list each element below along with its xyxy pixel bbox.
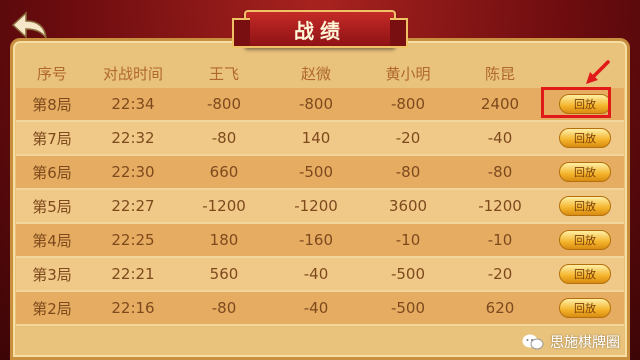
- round-cell: 第4局: [32, 231, 72, 250]
- back-arrow-icon: [11, 11, 47, 39]
- time-cell: 22:25: [111, 231, 155, 249]
- round-cell: 第7局: [32, 129, 72, 148]
- table-header: 序号 对战时间 王飞 赵微 黄小明 陈昆: [16, 58, 624, 88]
- column-header-player4: 陈昆: [484, 64, 515, 83]
- score-cell: -80: [211, 299, 237, 317]
- replay-button[interactable]: 回放: [559, 230, 611, 250]
- replay-button[interactable]: 回放: [559, 128, 611, 148]
- table-row: 第7局 22:32 -80 140 -20 -40 回放: [16, 122, 624, 156]
- watermark-text: 思施棋牌圈: [550, 335, 620, 351]
- page-title: 战绩: [232, 10, 408, 48]
- score-cell: -20: [487, 265, 513, 283]
- score-cell: -80: [487, 163, 513, 181]
- table-row: 第5局 22:27 -1200 -1200 3600 -1200 回放: [16, 190, 624, 224]
- column-header-player3: 黄小明: [385, 64, 431, 83]
- score-cell: -40: [303, 265, 329, 283]
- replay-button[interactable]: 回放: [559, 298, 611, 318]
- time-cell: 22:32: [111, 129, 155, 147]
- score-cell: 560: [209, 265, 239, 283]
- annotation-highlight-box: [541, 87, 611, 118]
- round-cell: 第5局: [32, 197, 72, 216]
- round-cell: 第2局: [32, 299, 72, 318]
- round-cell: 第8局: [32, 95, 72, 114]
- time-cell: 22:21: [111, 265, 155, 283]
- annotation-arrow-icon: [586, 60, 610, 84]
- score-cell: -1200: [294, 197, 338, 215]
- score-cell: 140: [301, 129, 331, 147]
- score-cell: -80: [211, 129, 237, 147]
- replay-button[interactable]: 回放: [559, 264, 611, 284]
- score-cell: 180: [209, 231, 239, 249]
- table-row: 第6局 22:30 660 -500 -80 -80 回放: [16, 156, 624, 190]
- back-button[interactable]: [8, 8, 52, 42]
- time-cell: 22:34: [111, 95, 155, 113]
- table-row: 第3局 22:21 560 -40 -500 -20 回放: [16, 258, 624, 292]
- score-cell: -500: [390, 299, 426, 317]
- score-cell: -20: [395, 129, 421, 147]
- replay-button[interactable]: 回放: [559, 196, 611, 216]
- score-cell: 2400: [480, 95, 520, 113]
- score-cell: 3600: [388, 197, 428, 215]
- score-cell: -1200: [202, 197, 246, 215]
- annotation-arrow: [582, 60, 612, 90]
- column-header-time: 对战时间: [102, 64, 163, 83]
- score-cell: -160: [298, 231, 334, 249]
- score-cell: -800: [390, 95, 426, 113]
- score-cell: 660: [209, 163, 239, 181]
- score-cell: -500: [390, 265, 426, 283]
- wechat-icon: [522, 334, 544, 350]
- score-cell: -10: [487, 231, 513, 249]
- column-header-index: 序号: [36, 64, 67, 83]
- score-cell: -40: [487, 129, 513, 147]
- score-cell: 620: [485, 299, 515, 317]
- watermark: 思施棋牌圈: [522, 332, 620, 352]
- score-cell: -80: [395, 163, 421, 181]
- table-row: 第4局 22:25 180 -160 -10 -10 回放: [16, 224, 624, 258]
- score-cell: -800: [298, 95, 334, 113]
- table-row: 第2局 22:16 -80 -40 -500 620 回放: [16, 292, 624, 326]
- time-cell: 22:27: [111, 197, 155, 215]
- table-row: 第8局 22:34 -800 -800 -800 2400 回放: [16, 88, 624, 122]
- score-cell: -40: [303, 299, 329, 317]
- records-table: 序号 对战时间 王飞 赵微 黄小明 陈昆 第8局 22:34 -800 -800…: [16, 58, 624, 326]
- replay-button[interactable]: 回放: [559, 162, 611, 182]
- column-header-player2: 赵微: [300, 64, 331, 83]
- round-cell: 第3局: [32, 265, 72, 284]
- score-cell: -500: [298, 163, 334, 181]
- round-cell: 第6局: [32, 163, 72, 182]
- column-header-player1: 王飞: [208, 64, 239, 83]
- score-cell: -1200: [478, 197, 522, 215]
- score-cell: -800: [206, 95, 242, 113]
- time-cell: 22:30: [111, 163, 155, 181]
- time-cell: 22:16: [111, 299, 155, 317]
- score-cell: -10: [395, 231, 421, 249]
